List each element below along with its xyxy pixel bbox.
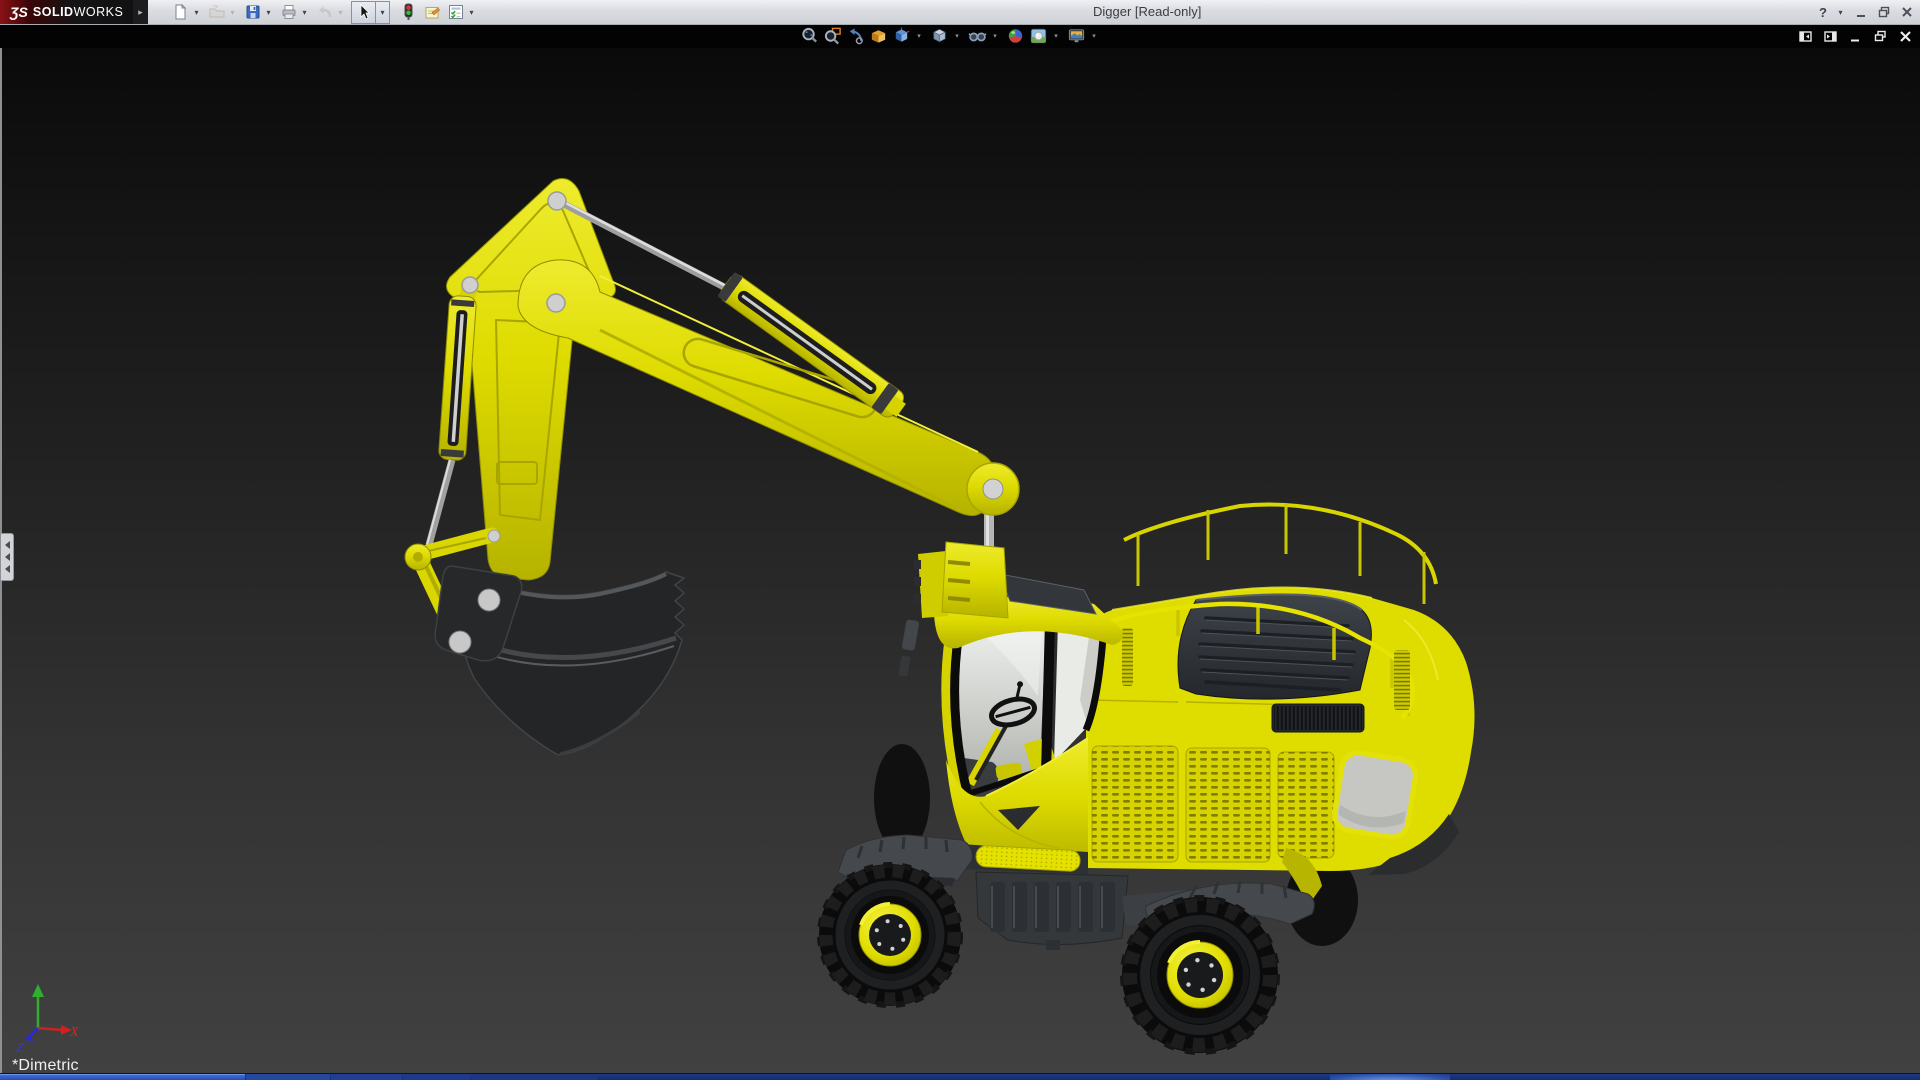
view-orientation-button[interactable] (892, 27, 911, 46)
previous-view-button[interactable] (846, 27, 865, 46)
main-toolbar: ▾ ▾ ▾ ▾ (171, 1, 482, 23)
previous-view-icon (846, 26, 865, 46)
open-document-button[interactable] (207, 2, 227, 22)
taskbar-button[interactable] (403, 1074, 470, 1080)
solidworks-logo: ƷS SOLIDWORKS (0, 0, 133, 24)
display-style-dropdown[interactable]: ▾ (953, 32, 961, 40)
edit-appearance-button[interactable] (1006, 27, 1025, 46)
menu-strip: ▾ ▾ ▾ (0, 24, 1920, 48)
solidworks-window: X Z *Dimetric ƷS SOLIDWORKS ▸ ▾ (0, 0, 1920, 1080)
view-settings-button[interactable] (1067, 27, 1086, 46)
ds-logo-icon: ƷS (10, 4, 28, 20)
triad-z-label: Z (16, 1041, 24, 1056)
featuremanager-collapse-handle[interactable] (1, 533, 14, 581)
open-folder-icon (208, 3, 226, 21)
checklist-icon (447, 3, 465, 21)
save-floppy-icon (244, 3, 262, 21)
zoom-to-fit-button[interactable] (800, 27, 819, 46)
zoom-fit-icon (800, 26, 819, 46)
collapse-arrow-icon (5, 565, 10, 573)
zoom-to-area-button[interactable] (823, 27, 842, 46)
taskbar-button[interactable] (331, 1074, 402, 1080)
section-view-icon (869, 26, 888, 46)
save-dropdown[interactable]: ▾ (264, 8, 273, 17)
section-view-button[interactable] (869, 27, 888, 46)
collapse-pane-left-icon[interactable] (1799, 30, 1812, 43)
select-dropdown[interactable]: ▾ (376, 1, 390, 24)
digger-model[interactable]: X Z (0, 0, 1920, 1080)
rear-window[interactable] (1332, 751, 1417, 840)
doc-close-button[interactable] (1899, 30, 1912, 43)
collapse-pane-right-icon[interactable] (1824, 30, 1837, 43)
hide-show-dropdown[interactable]: ▾ (991, 32, 999, 40)
view-orientation-icon (892, 26, 911, 46)
close-button[interactable] (1900, 5, 1914, 19)
apply-scene-icon (1029, 26, 1048, 46)
print-button[interactable] (279, 2, 299, 22)
heads-up-view-toolbar: ▾ ▾ ▾ (800, 25, 1101, 47)
boom-cylinder (438, 295, 476, 460)
view-settings-dropdown[interactable]: ▾ (1090, 32, 1098, 40)
open-dropdown[interactable]: ▾ (228, 8, 237, 17)
windows-taskbar[interactable] (0, 1073, 1920, 1080)
cab-mirror (898, 619, 919, 677)
doc-restore-button[interactable] (1874, 30, 1887, 43)
apply-scene-button[interactable] (1029, 27, 1048, 46)
traffic-light-icon (399, 3, 417, 21)
new-dropdown[interactable]: ▾ (192, 8, 201, 17)
restore-button[interactable] (1877, 5, 1891, 19)
undo-dropdown[interactable]: ▾ (336, 8, 345, 17)
stoplight-button[interactable] (398, 2, 418, 22)
triad-x-label: X (69, 1025, 79, 1040)
taskbar-button[interactable] (471, 1074, 597, 1080)
collapse-arrow-icon (5, 541, 10, 549)
undo-arrow-icon (316, 3, 334, 21)
eyeglasses-icon (968, 26, 987, 46)
minimize-button[interactable] (1854, 5, 1868, 19)
select-cursor-icon (355, 3, 373, 21)
taskbar-button[interactable] (246, 1074, 330, 1080)
document-title: Digger [Read-only] (1093, 0, 1201, 24)
display-style-button[interactable] (930, 27, 949, 46)
upper-body[interactable] (1086, 504, 1475, 906)
view-settings-icon (1067, 26, 1086, 46)
appearance-ball-icon (1006, 26, 1025, 46)
save-button[interactable] (243, 2, 263, 22)
select-tool-button[interactable] (351, 1, 376, 24)
view-orientation-dropdown[interactable]: ▾ (915, 32, 923, 40)
checklist-dropdown[interactable]: ▾ (467, 8, 476, 17)
title-bar: ƷS SOLIDWORKS ▸ ▾ ▾ (0, 0, 1920, 25)
wheel-rear-left[interactable] (1122, 897, 1278, 1053)
hide-show-items-button[interactable] (968, 27, 987, 46)
engine-cover[interactable] (1178, 594, 1371, 699)
app-window-controls: ? ▾ (1819, 0, 1914, 24)
markup-button[interactable] (422, 2, 442, 22)
print-icon (280, 3, 298, 21)
zoom-area-icon (823, 26, 842, 46)
print-dropdown[interactable]: ▾ (300, 8, 309, 17)
taskbar-button[interactable] (0, 1074, 245, 1080)
help-button[interactable]: ? (1819, 5, 1827, 20)
reference-triad: X Z (16, 984, 79, 1056)
doc-minimize-button[interactable] (1849, 30, 1862, 43)
markup-note-icon (423, 3, 441, 21)
document-window-controls (1799, 26, 1912, 46)
wheel-front-left[interactable] (819, 864, 961, 1006)
taskbar-glow (1330, 1074, 1450, 1080)
help-dropdown[interactable]: ▾ (1836, 8, 1845, 17)
apply-scene-dropdown[interactable]: ▾ (1052, 32, 1060, 40)
new-document-icon (172, 3, 190, 21)
toolbar-flyout-button[interactable]: ▸ (133, 0, 148, 24)
display-style-icon (930, 26, 949, 46)
options-checklist-button[interactable] (446, 2, 466, 22)
collapse-arrow-icon (5, 553, 10, 561)
bucket[interactable] (435, 566, 684, 755)
new-document-button[interactable] (171, 2, 191, 22)
undo-button[interactable] (315, 2, 335, 22)
